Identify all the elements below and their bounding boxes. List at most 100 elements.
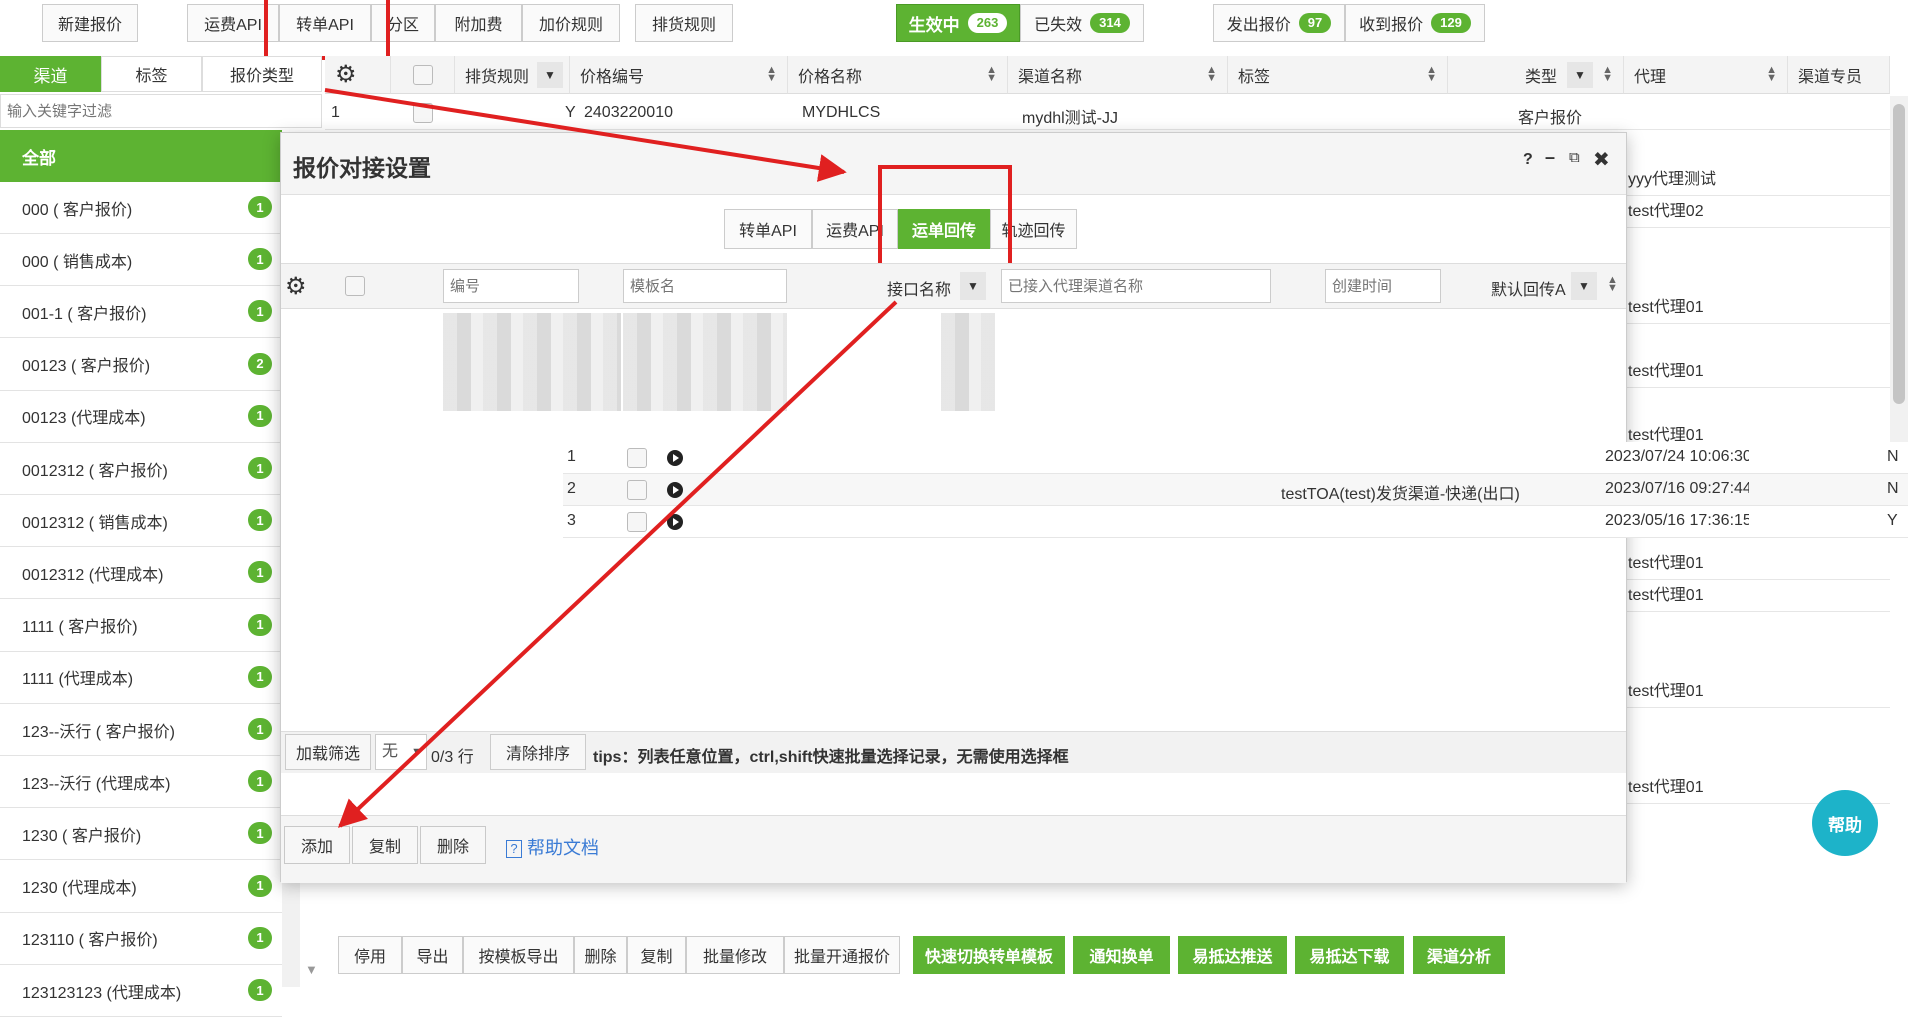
- filter-dropdown-icon[interactable]: ▼: [1567, 62, 1593, 88]
- sidebar-item[interactable]: 123123123 (代理成本) 1: [0, 965, 282, 1017]
- col-price-code[interactable]: 价格编号 ▲ ▼: [570, 56, 788, 94]
- tab-surcharge[interactable]: 附加费: [435, 4, 522, 42]
- sidebar-item[interactable]: 1230 ( 客户报价) 1: [0, 808, 282, 861]
- dialog-tab-transfer-api[interactable]: 转单API: [724, 209, 812, 249]
- grid-select-all[interactable]: [391, 56, 455, 94]
- bottom-green-button[interactable]: 易抵达推送: [1178, 936, 1287, 974]
- minimize-icon[interactable]: –: [1545, 147, 1555, 168]
- col-type[interactable]: 类型 ▼ ▲ ▼: [1448, 56, 1624, 94]
- sidebar-item-count: 1: [248, 979, 272, 1001]
- filter-channel-input[interactable]: [1001, 269, 1271, 303]
- tab-markup-rule[interactable]: 加价规则: [522, 4, 620, 42]
- play-icon[interactable]: [667, 450, 683, 466]
- bottom-green-button[interactable]: 渠道分析: [1413, 936, 1505, 974]
- filter-code-input[interactable]: [443, 269, 579, 303]
- filter-template-input[interactable]: [623, 269, 787, 303]
- select-all-checkbox[interactable]: [412, 64, 433, 85]
- new-quote-button[interactable]: 新建报价: [42, 4, 138, 42]
- bottom-button[interactable]: 停用: [338, 936, 402, 974]
- load-filter-button[interactable]: 加载筛选: [285, 734, 371, 770]
- table-row[interactable]: 1 Y 2403220010 MYDHLCS mydhl测试-JJ 客户报价: [325, 96, 1890, 130]
- bottom-button[interactable]: 导出: [402, 936, 463, 974]
- row-checkbox[interactable]: [627, 512, 647, 532]
- status-active-button[interactable]: 生效中 263: [896, 4, 1020, 42]
- sidebar-tab-channel[interactable]: 渠道: [0, 56, 101, 92]
- sort-icon[interactable]: ▲ ▼: [1602, 65, 1613, 84]
- sidebar-item[interactable]: 1111 ( 客户报价) 1: [0, 599, 282, 652]
- filter-dropdown-icon[interactable]: ▼: [537, 62, 563, 88]
- bottom-button[interactable]: 按模板导出: [463, 936, 574, 974]
- sidebar-item[interactable]: 001-1 ( 客户报价) 1: [0, 286, 282, 339]
- tab-cargo-rule[interactable]: 排货规则: [635, 4, 733, 42]
- add-button[interactable]: 添加: [284, 826, 350, 864]
- sent-quotes-button[interactable]: 发出报价 97: [1213, 4, 1345, 42]
- help-icon[interactable]: ?: [1523, 151, 1533, 169]
- scroll-down-icon[interactable]: ▼: [305, 962, 318, 977]
- maximize-icon[interactable]: ⧉: [1569, 149, 1580, 166]
- row-checkbox[interactable]: [413, 103, 433, 123]
- col-channel-specialist[interactable]: 渠道专员: [1788, 56, 1890, 94]
- sidebar-item[interactable]: 000 ( 客户报价) 1: [0, 182, 282, 234]
- sidebar-item-all[interactable]: 全部: [0, 130, 282, 182]
- col-tag[interactable]: 标签 ▲ ▼: [1228, 56, 1448, 94]
- grid-settings-icon[interactable]: ⚙: [325, 56, 391, 94]
- sidebar-item[interactable]: 000 ( 销售成本) 1: [0, 234, 282, 287]
- status-expired-button[interactable]: 已失效 314: [1020, 4, 1144, 42]
- filter-select[interactable]: 无 ▼: [375, 734, 427, 770]
- bottom-button[interactable]: 复制: [627, 936, 686, 974]
- close-icon[interactable]: ✖: [1593, 147, 1610, 172]
- sort-icon[interactable]: ▲ ▼: [1766, 65, 1777, 84]
- bottom-green-button[interactable]: 易抵达下载: [1295, 936, 1404, 974]
- col-cargo-rule[interactable]: 排货规则 ▼: [455, 56, 570, 94]
- default-dropdown-icon[interactable]: ▼: [1571, 272, 1597, 300]
- sort-icon[interactable]: ▲ ▼: [1426, 65, 1437, 84]
- sort-icon[interactable]: ▲ ▼: [1607, 275, 1618, 294]
- sidebar-item[interactable]: 0012312 ( 客户报价) 1: [0, 443, 282, 495]
- filter-created-input[interactable]: [1325, 269, 1441, 303]
- table-row[interactable]: 1 2023/07/24 10:06:30 N: [563, 442, 1908, 474]
- sidebar-item[interactable]: 0012312 (代理成本) 1: [0, 547, 282, 600]
- copy-button[interactable]: 复制: [352, 826, 418, 864]
- sidebar-item-count: 1: [248, 665, 272, 688]
- play-icon[interactable]: [667, 482, 683, 498]
- redacted-code: [443, 313, 621, 411]
- sidebar-item[interactable]: 0012312 ( 销售成本) 1: [0, 495, 282, 548]
- sidebar-item[interactable]: 1230 (代理成本) 1: [0, 860, 282, 913]
- bottom-button[interactable]: 批量开通报价: [784, 936, 900, 974]
- dialog-select-all-checkbox[interactable]: [345, 276, 365, 296]
- col-agent[interactable]: 代理 ▲ ▼: [1624, 56, 1788, 94]
- sidebar-item[interactable]: 00123 (代理成本) 1: [0, 390, 282, 443]
- col-channel-name[interactable]: 渠道名称 ▲ ▼: [1008, 56, 1228, 94]
- received-quotes-button[interactable]: 收到报价 129: [1345, 4, 1485, 42]
- help-fab-button[interactable]: 帮助: [1812, 790, 1878, 856]
- interface-dropdown-icon[interactable]: ▼: [960, 272, 986, 300]
- sidebar-item-label: 0012312 ( 客户报价): [22, 462, 168, 480]
- sidebar-tab-tag[interactable]: 标签: [101, 56, 202, 92]
- bottom-button[interactable]: 删除: [574, 936, 627, 974]
- sidebar-tab-quote-type[interactable]: 报价类型: [202, 56, 322, 92]
- col-price-name[interactable]: 价格名称 ▲ ▼: [788, 56, 1008, 94]
- sidebar-filter-input[interactable]: [0, 94, 322, 128]
- sidebar-item[interactable]: 123110 ( 客户报价) 1: [0, 912, 282, 965]
- dialog-grid-settings-icon[interactable]: ⚙: [285, 272, 307, 301]
- help-doc-label: 帮助文档: [527, 838, 600, 858]
- sidebar-item[interactable]: 123--沃行 (代理成本) 1: [0, 756, 282, 809]
- sidebar-item[interactable]: 123--沃行 ( 客户报价) 1: [0, 704, 282, 756]
- bottom-green-button[interactable]: 通知换单: [1073, 936, 1170, 974]
- table-row[interactable]: 2 testTOA(test)发货渠道-快递(出口) 2023/07/16 09:2…: [563, 474, 1908, 506]
- sort-icon[interactable]: ▲ ▼: [1206, 65, 1217, 84]
- delete-button[interactable]: 删除: [420, 826, 486, 864]
- bottom-green-button[interactable]: 快速切换转单模板: [913, 936, 1065, 974]
- sidebar-item[interactable]: 00123 ( 客户报价) 2: [0, 338, 282, 391]
- play-icon[interactable]: [667, 514, 683, 530]
- sort-icon[interactable]: ▲ ▼: [766, 65, 777, 84]
- clear-sort-button[interactable]: 清除排序: [490, 734, 586, 770]
- dialog-status-bar: 加载筛选 无 ▼ 0/3 行 清除排序 tips：列表任意位置，ctrl,shif…: [281, 731, 1626, 773]
- row-checkbox[interactable]: [627, 448, 647, 468]
- bottom-button[interactable]: 批量修改: [686, 936, 784, 974]
- help-doc-link[interactable]: ? 帮助文档: [506, 834, 599, 860]
- table-row[interactable]: 3 2023/05/16 17:36:15 Y: [563, 506, 1908, 538]
- row-checkbox[interactable]: [627, 480, 647, 500]
- sidebar-item[interactable]: 1111 (代理成本) 1: [0, 651, 282, 704]
- sort-icon[interactable]: ▲ ▼: [986, 65, 997, 84]
